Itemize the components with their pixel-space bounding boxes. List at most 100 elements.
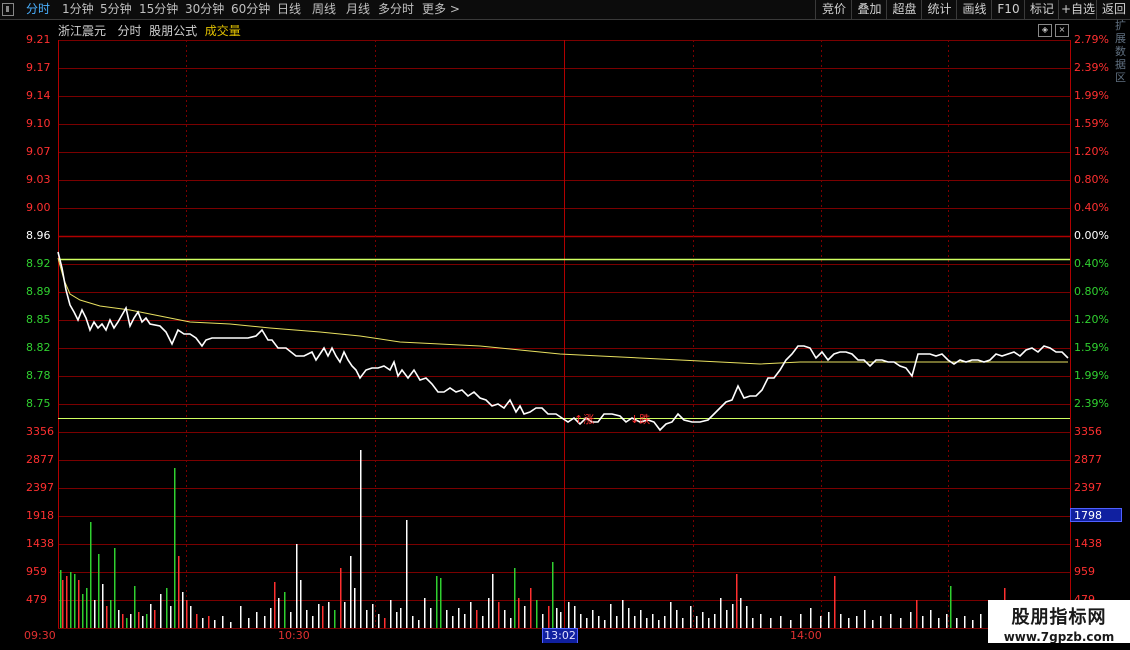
volume-bar <box>440 578 442 628</box>
volume-tick-label-left: 2877 <box>26 453 54 466</box>
volume-tick-label-left: 3356 <box>26 425 54 438</box>
volume-bar <box>726 610 728 628</box>
volume-bar <box>60 570 62 628</box>
intraday-chart[interactable]: ↑涨 ↓跌 <box>0 0 1130 650</box>
volume-bar <box>616 616 618 628</box>
volume-bar <box>412 616 414 628</box>
volume-bar <box>436 576 438 628</box>
price-tick-label: 8.82 <box>26 341 51 354</box>
volume-bar <box>580 614 582 628</box>
volume-bar <box>950 586 952 628</box>
volume-bar <box>518 598 520 628</box>
volume-bar <box>524 606 526 628</box>
volume-bar <box>340 568 342 628</box>
volume-bar <box>344 602 346 628</box>
volume-bars <box>60 450 1062 628</box>
volume-bar <box>708 618 710 628</box>
price-tick-label: 9.00 <box>26 201 51 214</box>
percent-tick-label: 1.99% <box>1074 89 1109 102</box>
percent-tick-label: 0.40% <box>1074 201 1109 214</box>
volume-tick-label-right: 1438 <box>1074 537 1102 550</box>
volume-bar <box>800 614 802 628</box>
volume-bar <box>296 544 298 628</box>
volume-bar <box>714 614 716 628</box>
price-tick-label: 9.10 <box>26 117 51 130</box>
percent-tick-label: 1.59% <box>1074 117 1109 130</box>
volume-bar <box>922 616 924 628</box>
volume-bar <box>312 616 314 628</box>
chart-grid <box>58 40 1071 629</box>
volume-bar <box>170 606 172 628</box>
volume-bar <box>476 610 478 628</box>
volume-bar <box>360 450 362 628</box>
volume-bar <box>322 606 324 628</box>
volume-bar <box>790 620 792 628</box>
percent-tick-label: 0.80% <box>1074 173 1109 186</box>
volume-bar <box>274 582 276 628</box>
volume-bar <box>350 556 352 628</box>
volume-bar <box>752 618 754 628</box>
volume-bar <box>66 576 68 628</box>
volume-bar <box>110 600 112 628</box>
volume-bar <box>482 616 484 628</box>
volume-bar <box>146 614 148 628</box>
price-tick-label: 8.92 <box>26 257 51 270</box>
side-info-strip: 扩展数据区 <box>1115 19 1126 84</box>
percent-tick-label: 0.40% <box>1074 257 1109 270</box>
volume-bar <box>86 588 88 628</box>
price-tick-label: 9.14 <box>26 89 51 102</box>
volume-bar <box>464 614 466 628</box>
volume-bar <box>98 554 100 628</box>
volume-bar <box>702 612 704 628</box>
volume-bar <box>178 556 180 628</box>
percent-tick-label: 1.59% <box>1074 341 1109 354</box>
volume-bar <box>556 608 558 628</box>
status-bar <box>0 643 1130 650</box>
volume-bar <box>202 618 204 628</box>
price-tick-label: 9.21 <box>26 33 51 46</box>
volume-bar <box>890 614 892 628</box>
volume-bar <box>810 608 812 628</box>
volume-bar <box>196 614 198 628</box>
volume-bar <box>230 622 232 628</box>
percent-tick-label: 2.79% <box>1074 33 1109 46</box>
volume-bar <box>424 598 426 628</box>
volume-bar <box>102 584 104 628</box>
volume-bar <box>208 616 210 628</box>
percent-tick-label: 1.20% <box>1074 145 1109 158</box>
volume-bar <box>142 616 144 628</box>
volume-tick-label-left: 479 <box>26 593 47 606</box>
volume-bar <box>820 616 822 628</box>
percent-tick-label: 2.39% <box>1074 397 1109 410</box>
volume-bar <box>122 614 124 628</box>
volume-bar <box>446 610 448 628</box>
volume-tick-label-right: 2397 <box>1074 481 1102 494</box>
time-label-open: 09:30 <box>24 629 56 642</box>
volume-bar <box>270 608 272 628</box>
volume-tick-label-left: 2397 <box>26 481 54 494</box>
volume-bar <box>542 614 544 628</box>
volume-bar <box>150 604 152 628</box>
volume-bar <box>938 618 940 628</box>
volume-bar <box>78 580 80 628</box>
volume-bar <box>430 608 432 628</box>
volume-bar <box>94 600 96 628</box>
volume-bar <box>222 616 224 628</box>
volume-bar <box>214 620 216 628</box>
volume-bar <box>306 610 308 628</box>
volume-bar <box>186 600 188 628</box>
volume-bar <box>118 610 120 628</box>
volume-bar <box>568 602 570 628</box>
volume-bar <box>328 602 330 628</box>
price-tick-label: 8.85 <box>26 313 51 326</box>
price-tick-label: 8.89 <box>26 285 51 298</box>
volume-bar <box>278 598 280 628</box>
volume-bar <box>166 588 168 628</box>
volume-bar <box>916 600 918 628</box>
volume-bar <box>972 620 974 628</box>
volume-bar <box>560 612 562 628</box>
volume-bar <box>856 616 858 628</box>
volume-bar <box>664 616 666 628</box>
fall-annotation: ↓跌 <box>630 412 650 426</box>
volume-bar <box>264 616 266 628</box>
